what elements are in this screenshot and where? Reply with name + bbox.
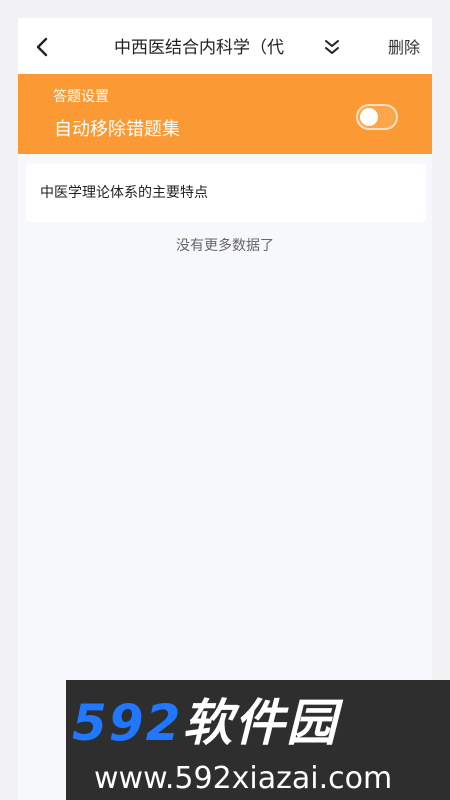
- auto-remove-toggle[interactable]: [356, 104, 398, 130]
- site-watermark: 592软件园 www.592xiazai.com: [66, 680, 450, 800]
- toggle-knob: [360, 108, 378, 126]
- top-bar: 中西医结合内科学（代 删除: [18, 18, 432, 76]
- list-item[interactable]: 中医学理论体系的主要特点: [26, 164, 426, 222]
- watermark-logo-text: 软件园: [182, 694, 339, 752]
- list-end-text: 没有更多数据了: [176, 238, 274, 254]
- double-chevron-down-icon[interactable]: [324, 38, 340, 56]
- watermark-logo: 592软件园: [72, 694, 338, 752]
- auto-remove-label: 自动移除错题集: [54, 119, 180, 140]
- page-title: 中西医结合内科学（代: [114, 38, 284, 58]
- delete-button[interactable]: 删除: [388, 37, 420, 59]
- watermark-logo-number: 592: [72, 694, 183, 752]
- question-title: 中医学理论体系的主要特点: [40, 185, 208, 201]
- answer-settings-banner: 答题设置 自动移除错题集: [18, 74, 432, 154]
- back-icon[interactable]: [32, 36, 54, 58]
- settings-section-label: 答题设置: [53, 89, 109, 105]
- watermark-url: www.592xiazai.com: [94, 761, 393, 796]
